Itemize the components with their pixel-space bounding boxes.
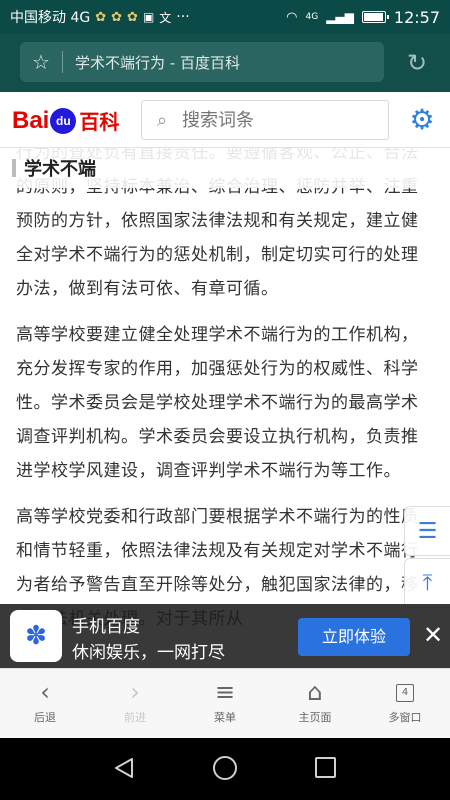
signal-icon: ▂▄▆: [326, 10, 354, 24]
close-icon[interactable]: ✕: [420, 622, 446, 648]
url-bar[interactable]: ☆ 学术不端行为 - 百度百科: [20, 42, 384, 82]
search-icon: ⌕: [156, 109, 168, 131]
banner-subtitle: 休闲娱乐，一网打尽: [72, 643, 225, 663]
home-button[interactable]: ⌂ 主页面: [270, 669, 360, 738]
url-text: 学术不端行为 - 百度百科: [75, 53, 240, 72]
wifi-icon: ◠: [286, 9, 298, 25]
chevron-right-icon: ›: [130, 678, 140, 706]
more-icon: ···: [176, 9, 190, 25]
search-box[interactable]: ⌕: [141, 100, 389, 140]
pay-icon: ✿: [111, 9, 123, 25]
app-promo-banner: ✽ 手机百度 休闲娱乐，一网打尽 立即体验 ✕: [0, 604, 450, 668]
logo-du: du: [50, 107, 77, 134]
banner-title: 手机百度: [72, 617, 140, 637]
nav-recents-icon[interactable]: [315, 757, 336, 778]
android-nav-bar: [0, 738, 450, 800]
network-badge: 4G: [305, 12, 319, 22]
logo-baike: 百科: [79, 112, 120, 134]
chevron-left-icon: ‹: [40, 678, 50, 706]
table-of-contents-button[interactable]: ☰: [404, 506, 450, 556]
section-sticky-title[interactable]: 学术不端: [0, 148, 450, 188]
sms-icon: ▣: [142, 10, 155, 24]
menu-label: 菜单: [214, 711, 236, 724]
back-button[interactable]: ‹ 后退: [0, 669, 90, 738]
carrier-label: 中国移动 4G: [10, 10, 91, 26]
windows-button[interactable]: 4 多窗口: [360, 669, 450, 738]
section-marker: [12, 159, 16, 177]
url-divider: [62, 51, 63, 73]
status-bar: 中国移动 4G ✿ ✿ ✿ ▣ 文 ··· ◠ 4G ▂▄▆ 12:57: [0, 0, 450, 34]
forward-label: 前进: [124, 711, 146, 724]
translate-icon: 文: [159, 10, 172, 25]
home-label: 主页面: [298, 711, 332, 724]
menu-button[interactable]: ≡ 菜单: [180, 669, 270, 738]
nav-back-icon[interactable]: [112, 756, 136, 780]
back-label: 后退: [34, 711, 56, 724]
bookmark-star-icon[interactable]: ☆: [20, 50, 62, 74]
search-input[interactable]: [182, 109, 377, 131]
status-time: 12:57: [393, 7, 440, 27]
nav-home-icon[interactable]: [213, 756, 237, 780]
gear-icon[interactable]: ⚙: [406, 104, 438, 136]
battery-fill: [363, 13, 383, 21]
forward-button[interactable]: › 前进: [90, 669, 180, 738]
refresh-icon[interactable]: ↻: [404, 50, 430, 76]
article-paragraph: 高等学校要建立健全处理学术不端行为的工作机构，充分发挥专家的作用，加强惩处行为的…: [16, 325, 419, 481]
browser-toolbar: ‹ 后退 › 前进 ≡ 菜单 ⌂ 主页面 4 多窗口: [0, 668, 450, 738]
logo-bai: Bai: [12, 106, 50, 134]
site-header: Bai du 百科 ⌕ ⚙: [0, 92, 450, 148]
home-icon: ⌂: [307, 678, 323, 706]
hamburger-icon: ≡: [214, 678, 236, 706]
baidu-baike-logo[interactable]: Bai du 百科: [12, 106, 119, 135]
window-count: 4: [396, 684, 414, 702]
battery-icon: [361, 11, 389, 23]
browser-url-area: ☆ 学术不端行为 - 百度百科 ↻: [0, 34, 450, 92]
pay-icon: ✿: [127, 9, 138, 25]
windows-label: 多窗口: [388, 711, 422, 724]
try-now-button[interactable]: 立即体验: [298, 618, 410, 656]
section-title: 学术不端: [24, 159, 96, 180]
back-to-top-button[interactable]: ⤒: [404, 558, 450, 608]
pay-icon: ✿: [95, 9, 107, 25]
baidu-app-icon: ✽: [10, 610, 62, 662]
multi-window-icon: 4: [360, 669, 450, 709]
